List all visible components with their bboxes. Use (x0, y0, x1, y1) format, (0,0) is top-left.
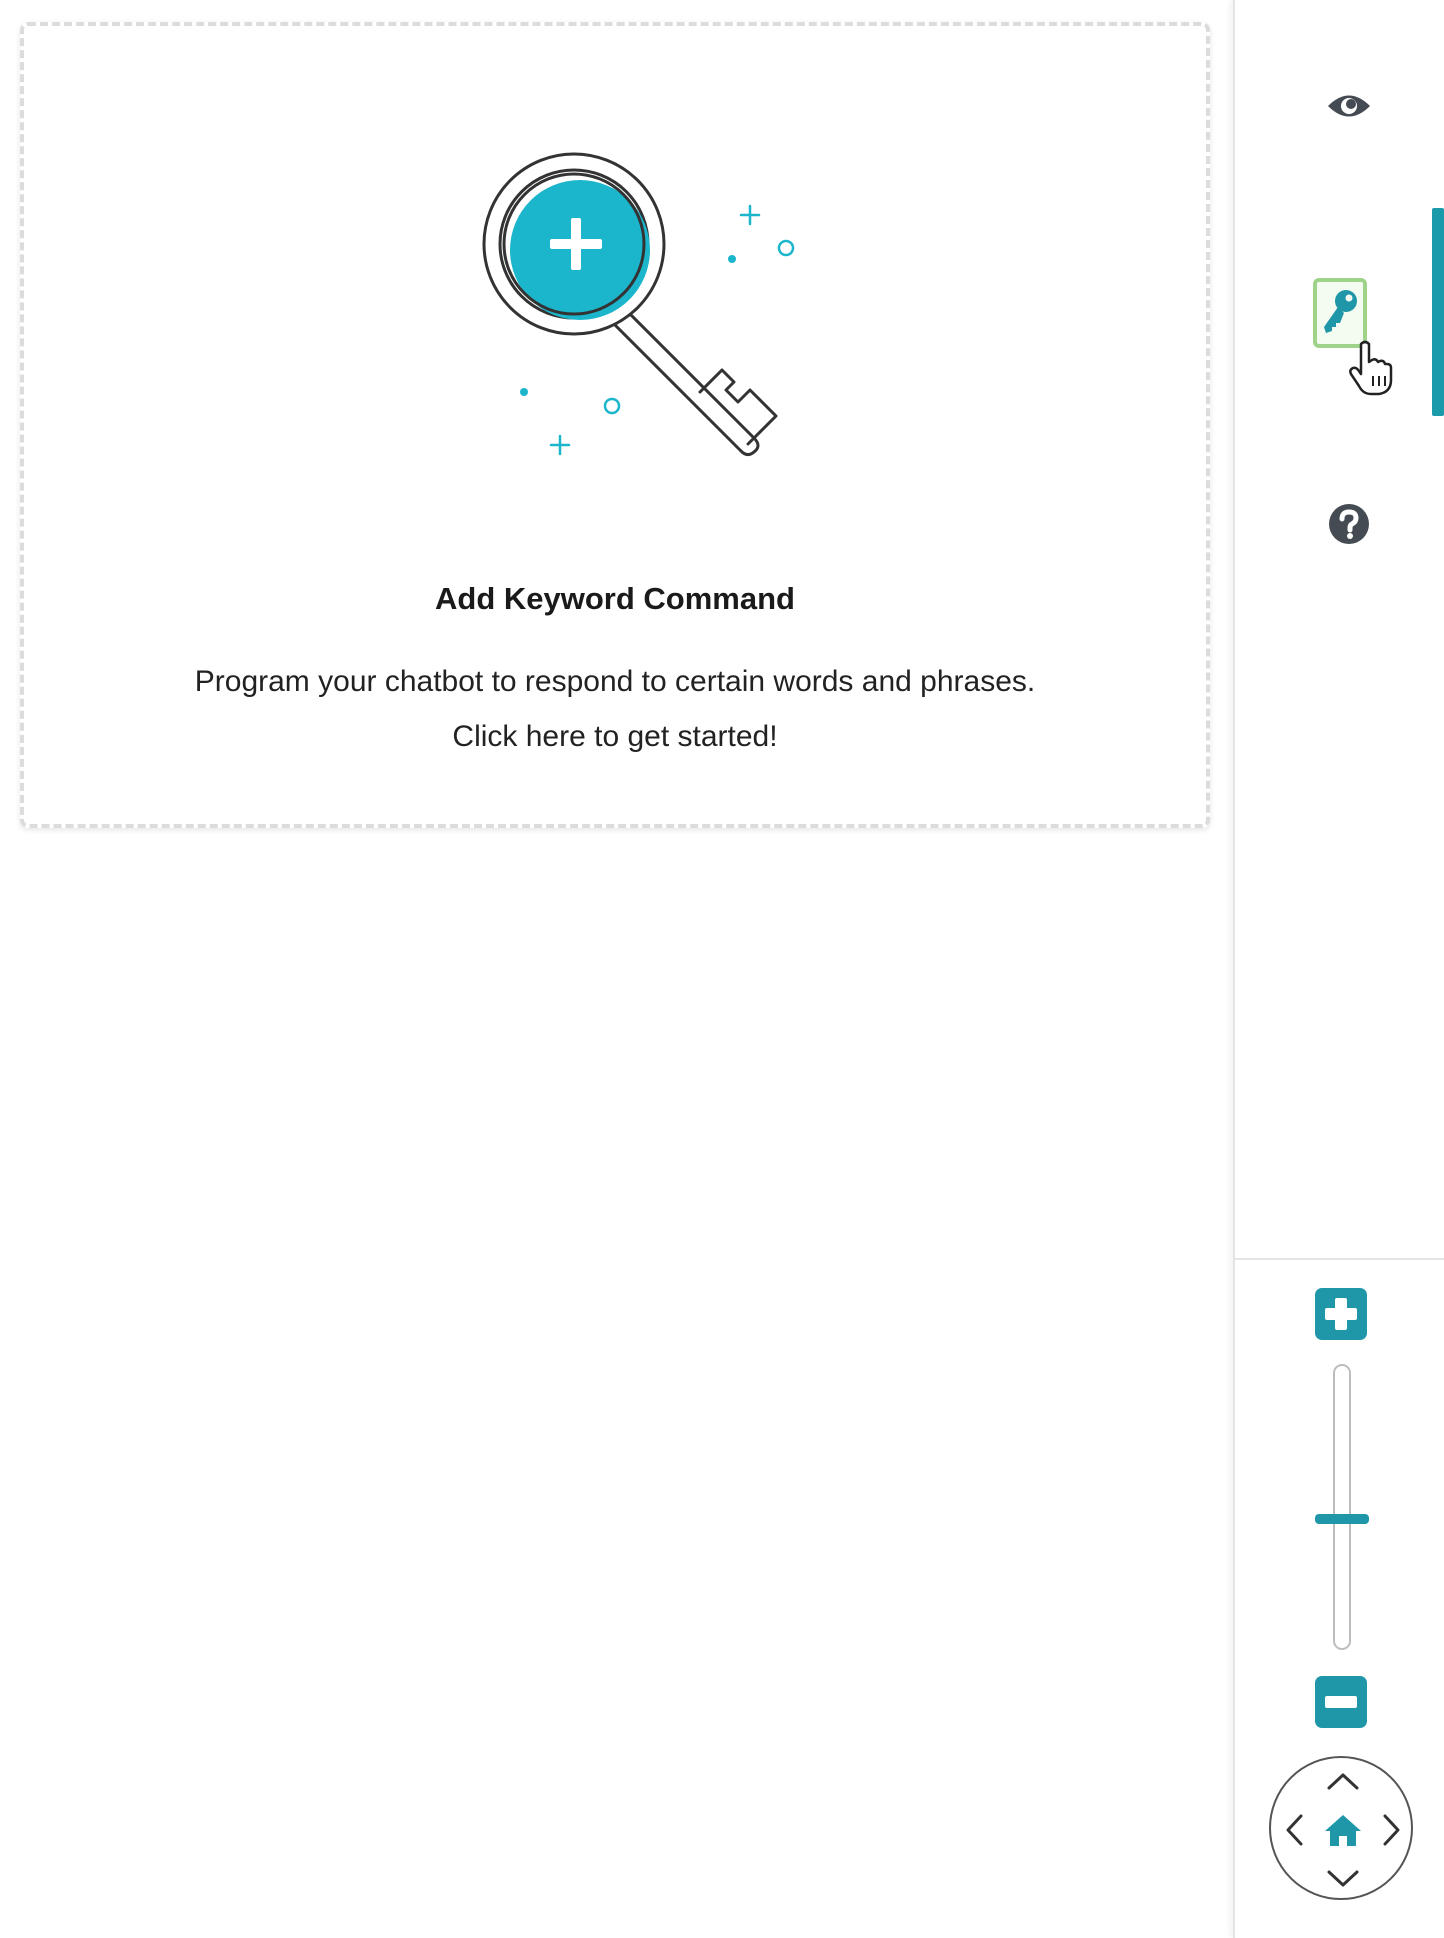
keyword-tool-button[interactable] (1313, 278, 1367, 348)
card-description: Program your chatbot to respond to certa… (194, 665, 1036, 753)
chevron-up-icon (1327, 1773, 1359, 1790)
app-root: Add Keyword Command Program your chatbot… (0, 0, 1444, 1938)
toolbar-divider (1235, 1258, 1444, 1260)
help-button[interactable] (1319, 494, 1379, 554)
help-icon (1329, 504, 1369, 544)
pan-up-button[interactable] (1323, 1766, 1363, 1796)
active-tool-indicator (1432, 208, 1444, 416)
navigation-pad (1269, 1756, 1413, 1900)
pan-left-button[interactable] (1279, 1810, 1309, 1850)
key-icon (1324, 290, 1357, 333)
pan-right-button[interactable] (1377, 1810, 1407, 1850)
pan-down-button[interactable] (1323, 1864, 1363, 1894)
hand-cursor-icon (1349, 340, 1393, 396)
zoom-out-button[interactable] (1315, 1676, 1367, 1728)
chevron-right-icon (1383, 1814, 1400, 1846)
chevron-left-icon (1286, 1814, 1303, 1846)
add-keyword-command-card[interactable]: Add Keyword Command Program your chatbot… (20, 22, 1210, 828)
home-icon (1325, 1815, 1361, 1846)
card-title: Add Keyword Command (435, 581, 795, 616)
right-toolbar (1233, 0, 1444, 1938)
magnifier-key-plus-icon (482, 152, 795, 457)
zoom-slider-thumb[interactable] (1315, 1514, 1369, 1525)
eye-icon (1328, 95, 1370, 117)
zoom-slider-track[interactable] (1333, 1364, 1351, 1650)
minus-icon (1325, 1696, 1357, 1708)
chevron-down-icon (1327, 1870, 1359, 1887)
home-button[interactable] (1321, 1808, 1365, 1852)
canvas: Add Keyword Command Program your chatbot… (0, 0, 1233, 1938)
plus-icon (1325, 1298, 1357, 1330)
preview-button[interactable] (1319, 76, 1379, 136)
zoom-in-button[interactable] (1315, 1288, 1367, 1340)
